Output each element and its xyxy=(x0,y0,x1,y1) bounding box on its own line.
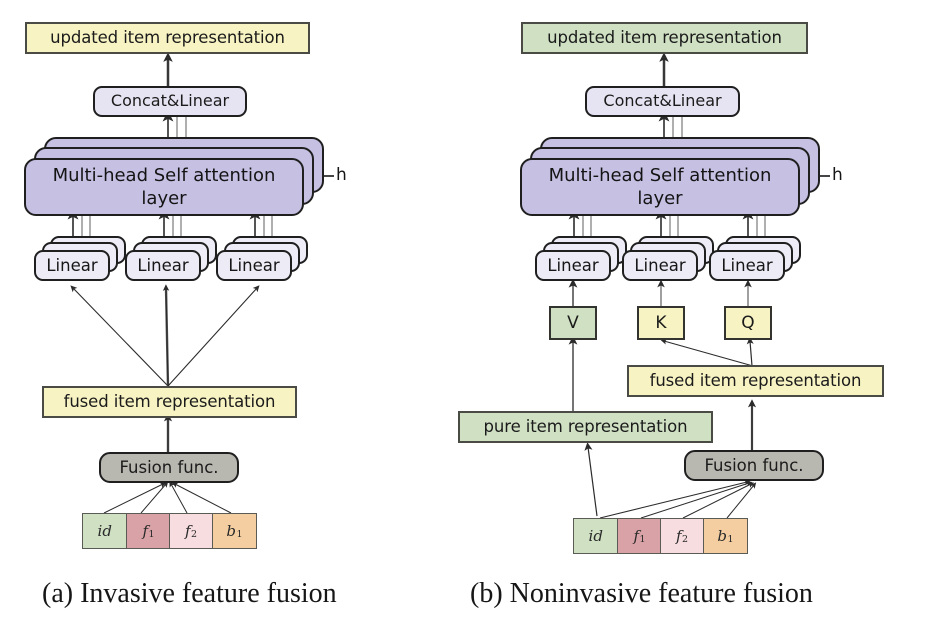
q-label-b: Q xyxy=(741,312,755,333)
token-cell-f2-a: f2 xyxy=(170,514,213,548)
arrow-tokens-to-fusion-b xyxy=(599,479,757,519)
multihead-attention-stack-a: Multi-head Self attention layer xyxy=(24,137,324,217)
linear-stack-2-b: Linear xyxy=(622,236,714,284)
linear-label-1-a: Linear xyxy=(46,256,98,275)
token-label-id-a: id xyxy=(97,522,112,540)
v-label-b: V xyxy=(567,312,579,333)
panel-caption-b: (b) Noninvasive feature fusion xyxy=(470,578,813,609)
linear-label-1-b: Linear xyxy=(547,256,599,275)
attention-stack-layer-1-b: Multi-head Self attention layer xyxy=(520,158,800,216)
linear-stack-1-a: Linear xyxy=(34,236,126,284)
arrow-fused-to-linears-a xyxy=(70,284,260,387)
arrow-tokens-to-fusion-a xyxy=(103,481,232,514)
linear-box-1-b: Linear xyxy=(535,250,611,281)
token-cell-id-a: id xyxy=(83,514,128,548)
panel-caption-a: (a) Invasive feature fusion xyxy=(42,578,337,609)
attention-stack-layer-1-a: Multi-head Self attention layer xyxy=(24,158,304,216)
concat-linear-label-a: Concat&Linear xyxy=(110,91,230,111)
updated-item-representation-box-b: updated item representation xyxy=(521,22,808,54)
token-cell-f1-b: f1 xyxy=(618,519,661,553)
concat-linear-box-b: Concat&Linear xyxy=(585,86,740,117)
token-label-b1-b: b xyxy=(717,527,728,545)
fusion-func-box-a: Fusion func. xyxy=(99,452,239,483)
figure-canvas: updated item representation Concat&Linea… xyxy=(0,0,929,626)
token-sub-f1-a: 1 xyxy=(148,528,155,540)
q-box-b: Q xyxy=(724,306,772,340)
linear-label-2-b: Linear xyxy=(634,256,686,275)
updated-item-representation-label-a: updated item representation xyxy=(50,28,285,48)
token-sub-b1-a: 1 xyxy=(236,528,243,540)
updated-item-representation-box-a: updated item representation xyxy=(25,22,310,54)
feature-token-row-b: id f1 f2 b1 xyxy=(573,518,748,554)
fused-item-representation-box-b: fused item representation xyxy=(627,365,884,397)
k-box-b: K xyxy=(637,306,685,340)
linear-stack-1-b: Linear xyxy=(535,236,627,284)
concat-linear-label-b: Concat&Linear xyxy=(603,91,722,111)
token-cell-id-b: id xyxy=(574,519,619,553)
token-label-id-b: id xyxy=(588,527,603,545)
token-cell-f2-b: f2 xyxy=(661,519,704,553)
linear-label-3-a: Linear xyxy=(228,256,280,275)
linear-label-3-b: Linear xyxy=(721,256,773,275)
linear-box-3-a: Linear xyxy=(216,250,292,281)
k-label-b: K xyxy=(655,312,667,333)
v-box-b: V xyxy=(549,306,597,340)
heads-count-label-a: h xyxy=(336,165,347,185)
heads-count-label-b: h xyxy=(832,165,843,185)
updated-item-representation-label-b: updated item representation xyxy=(547,28,782,48)
fused-item-representation-label-a: fused item representation xyxy=(63,392,276,412)
fusion-func-label-b: Fusion func. xyxy=(704,455,804,475)
token-sub-b1-b: 1 xyxy=(727,533,734,545)
linear-stack-2-a: Linear xyxy=(125,236,217,284)
arrow-fused-to-k-b xyxy=(660,338,754,367)
token-cell-f1-a: f1 xyxy=(127,514,170,548)
token-sub-f1-b: 1 xyxy=(639,533,646,545)
token-label-f1-b: f xyxy=(633,527,639,545)
fused-item-representation-label-b: fused item representation xyxy=(649,371,862,391)
token-sub-f2-a: 2 xyxy=(191,528,198,540)
fusion-func-box-b: Fusion func. xyxy=(684,450,824,481)
concat-linear-box-a: Concat&Linear xyxy=(93,86,247,117)
attention-label-a: Multi-head Self attention layer xyxy=(52,164,276,209)
linear-box-3-b: Linear xyxy=(709,250,785,281)
fusion-func-label-a: Fusion func. xyxy=(119,457,219,477)
linear-box-1-a: Linear xyxy=(34,250,110,281)
arrow-fused-to-q-b xyxy=(746,336,754,367)
linear-stack-3-a: Linear xyxy=(216,236,308,284)
arrow-id-to-pure-b xyxy=(584,442,598,517)
linear-stack-3-b: Linear xyxy=(709,236,801,284)
fused-item-representation-box-a: fused item representation xyxy=(42,386,297,418)
token-label-b1-a: b xyxy=(226,522,237,540)
linear-box-2-a: Linear xyxy=(125,250,201,281)
token-label-f1-a: f xyxy=(142,522,148,540)
multihead-attention-stack-b: Multi-head Self attention layer xyxy=(520,137,820,217)
token-cell-b1-a: b1 xyxy=(212,514,256,548)
token-cell-b1-b: b1 xyxy=(703,519,747,553)
attention-label-b: Multi-head Self attention layer xyxy=(548,164,772,209)
linear-label-2-a: Linear xyxy=(137,256,189,275)
linear-box-2-b: Linear xyxy=(622,250,698,281)
token-label-f2-a: f xyxy=(184,522,191,540)
pure-item-representation-box-b: pure item representation xyxy=(458,411,713,443)
token-label-f2-b: f xyxy=(675,527,682,545)
feature-token-row-a: id f1 f2 b1 xyxy=(82,513,257,549)
pure-item-representation-label-b: pure item representation xyxy=(483,417,688,437)
token-sub-f2-b: 2 xyxy=(682,533,689,545)
